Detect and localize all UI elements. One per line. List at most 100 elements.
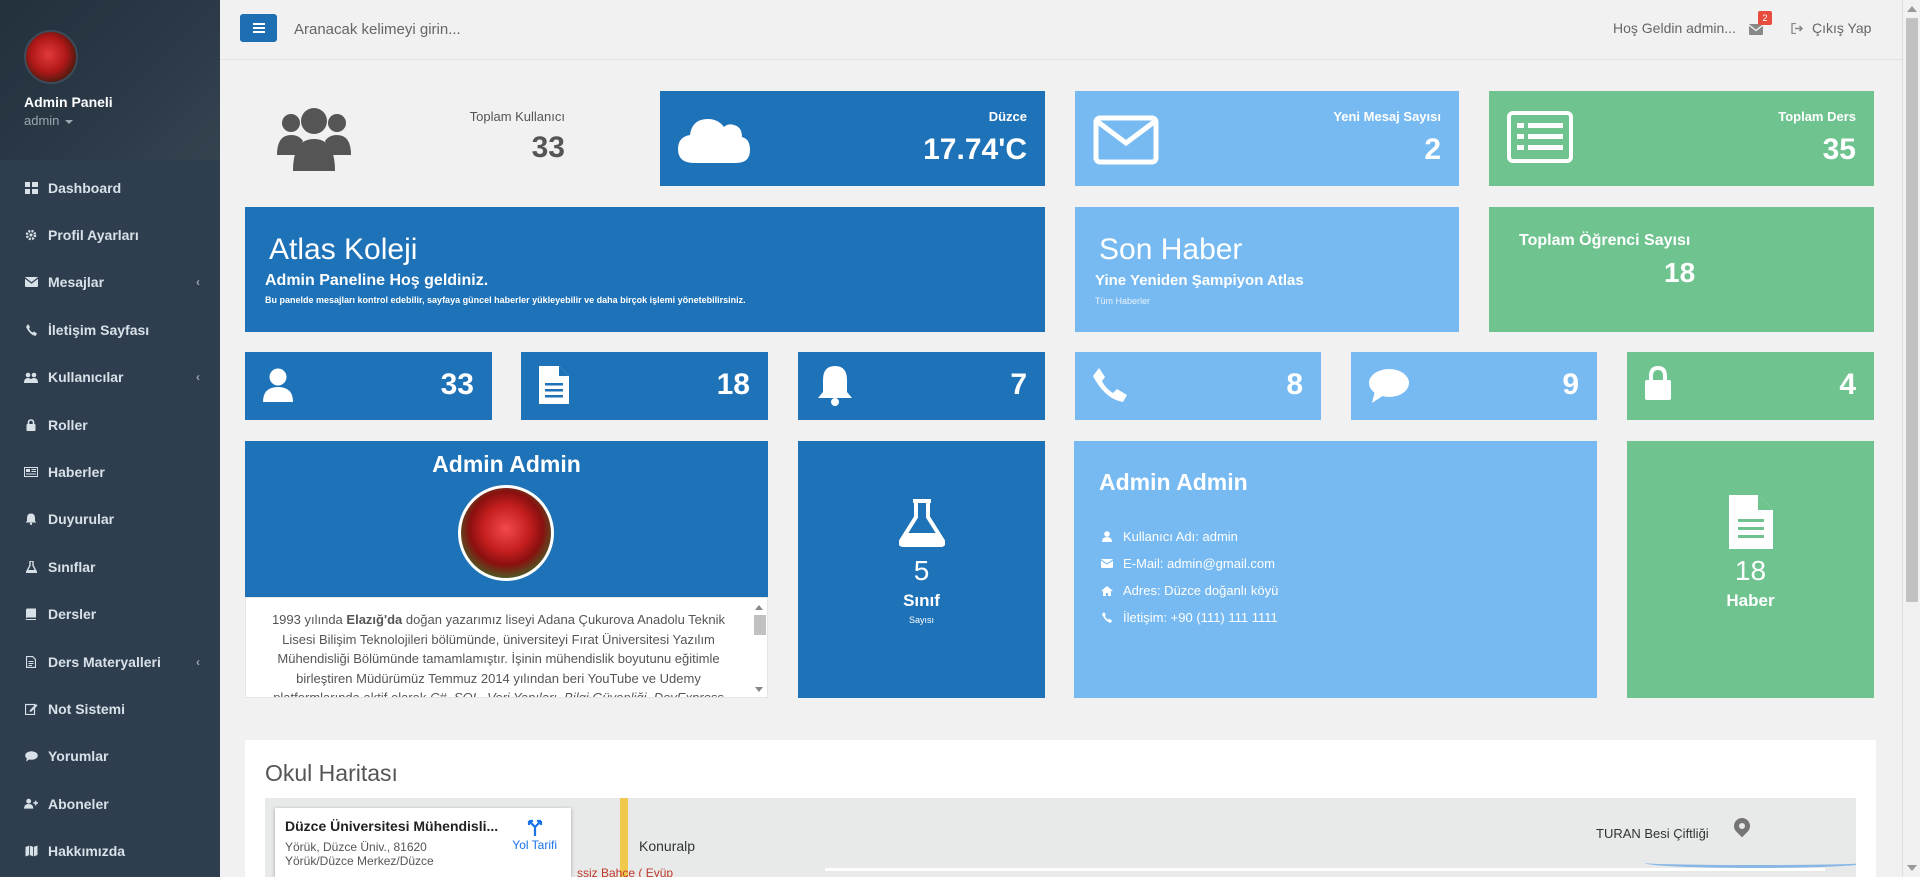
list-alt-icon <box>1507 111 1573 168</box>
file-text-icon <box>539 366 569 409</box>
bio-scrollbar[interactable] <box>752 601 766 696</box>
info-username-row: Kullanıcı Adı: admin <box>1101 529 1238 544</box>
welcome-banner: Atlas Koleji Admin Paneline Hoş geldiniz… <box>245 207 1045 332</box>
total-users-card: Toplam Kullanıcı 33 <box>245 91 615 186</box>
banner-description: Bu panelde mesajları kontrol edebilir, s… <box>265 295 746 305</box>
info-address-row: Adres: Düzce doğanlı köyü <box>1101 583 1278 598</box>
profile-role-dropdown[interactable]: admin <box>24 113 220 128</box>
place-address-line2: Yörük/Düzce Merkez/Düzce <box>285 854 434 868</box>
sidebar-item-announcements[interactable]: Duyurular <box>0 496 220 543</box>
dashboard-icon <box>24 181 38 194</box>
edit-icon <box>24 703 38 715</box>
sidebar-item-roles[interactable]: Roller <box>0 401 220 448</box>
mini-stat-notifications[interactable]: 7 <box>798 352 1045 420</box>
mini-stat-roles[interactable]: 4 <box>1627 352 1874 420</box>
sidebar-item-users[interactable]: Kullanıcılar ‹ <box>0 354 220 401</box>
users-icon <box>277 105 351 176</box>
profile-bio[interactable]: 1993 yılında Elazığ'da doğan yazarımız l… <box>245 597 768 698</box>
sidebar-profile: Admin Paneli admin <box>0 0 220 160</box>
mini-stat-files[interactable]: 18 <box>521 352 768 420</box>
logout-button[interactable]: Çıkış Yap <box>1791 20 1871 36</box>
search-input[interactable] <box>294 16 694 42</box>
news-headline[interactable]: Yine Yeniden Şampiyon Atlas <box>1095 272 1304 289</box>
topbar: Hoş Geldin admin... 2 Çıkış Yap <box>220 0 1902 60</box>
news-card-title: Son Haber <box>1099 233 1243 266</box>
profile-name: Admin Paneli <box>24 94 113 110</box>
menu-toggle-button[interactable] <box>240 14 277 42</box>
sidebar-item-label: İletişim Sayfası <box>48 321 150 338</box>
lock-icon <box>24 418 38 431</box>
scroll-thumb[interactable] <box>754 615 766 635</box>
sidebar-item-label: Aboneler <box>48 795 109 812</box>
hamburger-icon <box>252 23 265 33</box>
stat-value: 17.74'C <box>923 133 1027 166</box>
welcome-text[interactable]: Hoş Geldin admin... <box>1613 20 1736 36</box>
sidebar-item-comments[interactable]: Yorumlar <box>0 733 220 780</box>
directions-button[interactable]: Yol Tarifi <box>512 818 557 852</box>
map-road <box>825 868 1825 871</box>
sidebar-item-label: Sınıflar <box>48 558 96 575</box>
map-place-card: Düzce Üniversitesi Mühendisli... Yörük, … <box>275 808 571 877</box>
directions-label: Yol Tarifi <box>512 838 557 852</box>
sidebar-item-label: Yorumlar <box>48 748 109 765</box>
all-news-link[interactable]: Tüm Haberler <box>1095 296 1150 306</box>
sidebar-item-messages[interactable]: Mesajlar ‹ <box>0 259 220 306</box>
sidebar-item-about[interactable]: Hakkımızda <box>0 827 220 874</box>
stat-label: Toplam Ders <box>1778 109 1856 124</box>
sidebar-item-contact-page[interactable]: İletişim Sayfası <box>0 306 220 353</box>
classes-card[interactable]: 5 Sınıf Sayısı <box>798 441 1045 698</box>
bell-icon <box>816 364 854 411</box>
scroll-up-icon[interactable] <box>755 605 763 610</box>
sidebar-item-label: Not Sistemi <box>48 700 126 717</box>
admin-info-card: Admin Admin Kullanıcı Adı: admin E-Mail:… <box>1074 441 1597 698</box>
news-count-card[interactable]: 18 Haber <box>1627 441 1874 698</box>
scroll-down-icon[interactable] <box>755 687 763 692</box>
scroll-down-icon[interactable] <box>1907 865 1917 871</box>
avatar[interactable] <box>24 30 78 84</box>
sidebar-item-news[interactable]: Haberler <box>0 448 220 495</box>
sidebar-item-grade-system[interactable]: Not Sistemi <box>0 685 220 732</box>
directions-icon <box>512 818 557 836</box>
map-label-town: Konuralp <box>639 838 696 854</box>
scroll-up-icon[interactable] <box>1907 6 1917 12</box>
map-pin-icon[interactable] <box>1730 814 1754 838</box>
bio-italic-text: C#, SQL, Veri Yapıları, Bilgi Güvenliği,… <box>429 690 724 698</box>
lock-icon <box>1645 365 1671 405</box>
bio-text: 1993 yılında <box>271 612 347 627</box>
sidebar-item-course-materials[interactable]: Ders Materyalleri ‹ <box>0 638 220 685</box>
envelope-icon <box>1101 559 1113 568</box>
mini-stat-users[interactable]: 33 <box>245 352 492 420</box>
info-address: Adres: Düzce doğanlı köyü <box>1123 583 1279 598</box>
new-messages-card[interactable]: Yeni Mesaj Sayısı 2 <box>1075 91 1459 186</box>
sidebar-item-label: Profil Ayarları <box>48 227 139 244</box>
sidebar-item-label: Duyurular <box>48 511 115 528</box>
sidebar-item-profile-settings[interactable]: Profil Ayarları <box>0 211 220 258</box>
map-embed[interactable]: Konuralp TURAN Besi Çiftliği ssiz Bahçe … <box>265 798 1856 877</box>
sidebar: Admin Paneli admin Dashboard Profil Ayar… <box>0 0 220 877</box>
school-name: Atlas Koleji <box>269 233 418 266</box>
users-icon <box>24 372 38 383</box>
mini-stat-value: 8 <box>1286 368 1303 401</box>
map-label-farm: TURAN Besi Çiftliği <box>1596 826 1709 841</box>
sidebar-item-label: Kullanıcılar <box>48 369 124 386</box>
page-scrollbar[interactable] <box>1902 0 1920 877</box>
sidebar-item-classes[interactable]: Sınıflar <box>0 543 220 590</box>
comment-icon <box>1369 369 1409 408</box>
latest-news-card: Son Haber Yine Yeniden Şampiyon Atlas Tü… <box>1075 207 1459 332</box>
total-courses-card[interactable]: Toplam Ders 35 <box>1489 91 1874 186</box>
comment-icon <box>24 751 38 762</box>
sidebar-item-subscribers[interactable]: Aboneler <box>0 780 220 827</box>
profile-card-header: Admin Admin <box>245 441 768 597</box>
sidebar-item-lessons[interactable]: Dersler <box>0 591 220 638</box>
sidebar-item-dashboard[interactable]: Dashboard <box>0 164 220 211</box>
home-icon <box>1101 585 1113 596</box>
mini-stat-comments[interactable]: 9 <box>1351 352 1597 420</box>
classes-sublabel: Sayısı <box>908 615 934 625</box>
sidebar-item-label: Ders Materyalleri <box>48 653 161 670</box>
mini-stat-contacts[interactable]: 8 <box>1075 352 1321 420</box>
file-icon <box>24 655 38 668</box>
total-students-card: Toplam Öğrenci Sayısı 18 <box>1489 207 1874 332</box>
mini-stat-value: 9 <box>1562 368 1579 401</box>
scroll-thumb[interactable] <box>1906 18 1918 602</box>
students-value: 18 <box>1664 257 1696 288</box>
